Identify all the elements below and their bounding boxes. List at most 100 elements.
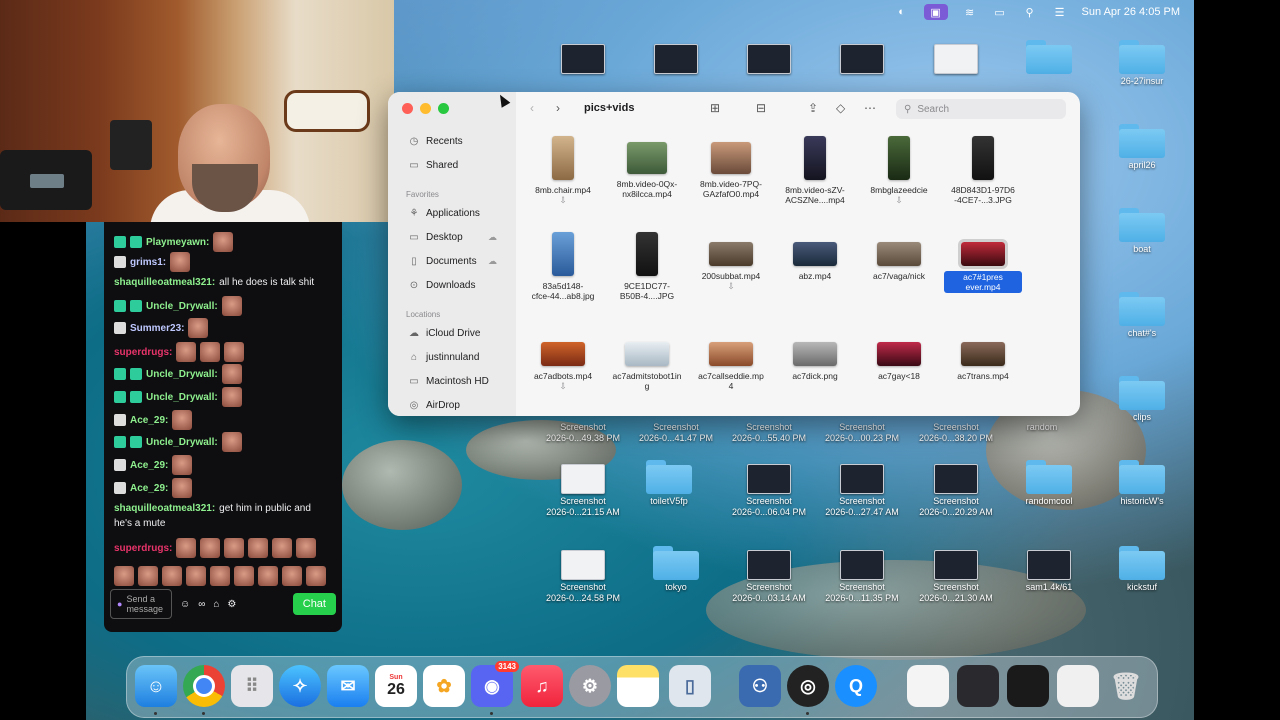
minimized-window-thumbnail[interactable] (907, 665, 949, 707)
finder-app-icon[interactable]: ☺ (135, 665, 177, 707)
desktop-folder[interactable]: kickstuf (1097, 546, 1187, 593)
desktop-screenshot[interactable]: Screenshot 2026-0...41.47 PM (631, 422, 721, 444)
sidebar-item-desktop[interactable]: ▭ Desktop ☁ (408, 232, 497, 243)
desktop-folder[interactable]: randomcool (1004, 460, 1094, 507)
emote-icon[interactable] (138, 566, 158, 586)
desktop-folder[interactable]: tokyo (631, 546, 721, 593)
iphone-mirroring-icon[interactable]: ▯ (669, 665, 711, 707)
minimized-window-thumbnail[interactable] (1057, 665, 1099, 707)
chat-username[interactable]: Ace_29: (130, 482, 168, 495)
mail-app-icon[interactable]: ✉ (327, 665, 369, 707)
sidebar-item-shared[interactable]: ▭ Shared (408, 160, 458, 171)
desktop-screenshot[interactable]: Screenshot 2026-0...20.29 AM (911, 464, 1001, 518)
sidebar-item-home[interactable]: ⌂ justinnuland (408, 352, 479, 363)
emote-icon[interactable] (186, 566, 206, 586)
chat-username[interactable]: superdrugs: (114, 346, 172, 359)
discord-app-icon[interactable]: ◉ 3143 (471, 661, 519, 707)
trash-icon[interactable]: 🗑 (1105, 665, 1147, 707)
chat-username[interactable]: Ace_29: (130, 459, 168, 472)
forward-chevron-icon[interactable]: › (556, 101, 560, 115)
search-input[interactable]: ⚲ Search (896, 99, 1066, 119)
desktop-screenshot[interactable]: Screenshot 2026-0...06.04 PM (724, 464, 814, 518)
desktop-screenshot[interactable]: Screenshot 2026-0...24.58 PM (538, 550, 628, 604)
sidebar-item-documents[interactable]: ▯ Documents ☁ (408, 256, 497, 267)
desktop-screenshot[interactable]: Screenshot 2026-0...55.40 PM (724, 422, 814, 444)
emote-bar[interactable] (114, 566, 334, 586)
photos-app-icon[interactable]: ✿ (423, 665, 465, 707)
desktop-screenshot[interactable]: Screenshot 2026-0...21.15 AM (538, 464, 628, 518)
emote-icon[interactable] (282, 566, 302, 586)
back-chevron-icon[interactable]: ‹ (530, 101, 534, 115)
desktop-folder-chat[interactable]: chat#'s (1097, 292, 1187, 339)
desktop-folder[interactable] (1004, 40, 1094, 76)
file-item[interactable]: abz.mp4 (776, 238, 854, 281)
file-item[interactable]: ac7/vaga/nick (860, 238, 938, 281)
desktop-screenshot[interactable] (724, 44, 814, 76)
chat-username[interactable]: Uncle_Drywall: (146, 391, 218, 404)
menubar-clock[interactable]: Sun Apr 26 4:05 PM (1082, 6, 1180, 18)
channel-points-icon[interactable]: ∞ (198, 599, 205, 610)
desktop-screenshot[interactable] (911, 44, 1001, 76)
desktop-screenshot[interactable]: Screenshot 2026-0...11.35 PM (817, 550, 907, 604)
file-item[interactable]: 200subbat.mp4 ⇩ (692, 238, 770, 291)
chat-send-button[interactable]: Chat (292, 593, 336, 615)
chat-username[interactable]: Ace_29: (130, 414, 168, 427)
desktop-screenshot[interactable]: Screenshot 2026-0...38.20 PM (911, 422, 1001, 444)
chat-username[interactable]: Uncle_Drywall: (146, 300, 218, 313)
desktop-folder-random[interactable]: random (997, 422, 1087, 433)
desktop-screenshot[interactable] (538, 44, 628, 76)
spotlight-search-icon[interactable]: ⚲ (1022, 4, 1038, 20)
store-icon[interactable]: ⌂ (213, 599, 219, 610)
wifi-icon[interactable]: ≋ (962, 4, 978, 20)
chat-username[interactable]: superdrugs: (114, 542, 172, 555)
desktop-folder[interactable]: historicW's (1097, 460, 1187, 507)
file-item[interactable]: 8mb.video-0Qx-nx8ilcca.mp4 (608, 142, 686, 199)
sidebar-item-recents[interactable]: ◷ Recents (408, 136, 463, 147)
close-window-button[interactable] (402, 103, 413, 114)
emote-icon[interactable] (114, 566, 134, 586)
desktop-folder-insur[interactable]: 26-27insur (1097, 40, 1187, 87)
file-item[interactable]: 8mb.chair.mp4 ⇩ (524, 136, 602, 205)
sidebar-item-icloud[interactable]: ☁ iCloud Drive (408, 328, 480, 339)
desktop-screenshot[interactable] (817, 44, 907, 76)
sidebar-item-downloads[interactable]: ⊙ Downloads (408, 280, 476, 291)
minimize-window-button[interactable] (420, 103, 431, 114)
group-by-icon[interactable]: ⊟ (756, 101, 766, 115)
desktop-folder[interactable]: toiletV5fp (624, 460, 714, 507)
desktop-folder-boat[interactable]: boat (1097, 208, 1187, 255)
view-mode-grid-icon[interactable]: ⊞ (710, 101, 720, 115)
file-item[interactable]: 8mbglazeedcie ⇩ (860, 136, 938, 205)
desktop-screenshot[interactable]: sam1.4k/61 (1004, 550, 1094, 593)
file-item[interactable]: 9CE1DC77- B50B-4....JPG (608, 232, 686, 301)
chat-username[interactable]: shaquilleoatmeal321: (114, 502, 215, 515)
file-item[interactable]: 83a5d148- cfce-44...ab8.jpg (524, 232, 602, 301)
launchpad-app-icon[interactable]: ⠿ (231, 665, 273, 707)
emote-icon[interactable] (258, 566, 278, 586)
desktop-screenshot[interactable] (631, 44, 721, 76)
emote-icon[interactable] (162, 566, 182, 586)
stage-manager-icon[interactable]: ▣ (923, 4, 948, 20)
file-item[interactable]: 8mb.video-sZV- ACSZNe....mp4 (776, 136, 854, 205)
desktop-screenshot[interactable]: Screenshot 2026-0...03.14 AM (724, 550, 814, 604)
chat-username[interactable]: Summer23: (130, 322, 184, 335)
tag-icon[interactable]: ◇ (836, 101, 845, 115)
calendar-app-icon[interactable]: Sun 26 (375, 665, 417, 707)
quicktime-app-icon[interactable]: Q (835, 665, 877, 707)
more-options-icon[interactable]: ⋯ (864, 101, 876, 115)
desktop-screenshot[interactable]: Screenshot 2026-0...49.38 PM (538, 422, 628, 444)
chat-username[interactable]: Playmeyawn: (146, 236, 209, 249)
desktop-screenshot[interactable]: Screenshot 2026-0...00.23 PM (817, 422, 907, 444)
zoom-window-button[interactable] (438, 103, 449, 114)
sidebar-item-airdrop[interactable]: ◎ AirDrop (408, 400, 460, 411)
screen-share-app-icon[interactable]: ⚇ (739, 665, 781, 707)
file-item[interactable]: ac7gay<18 (860, 338, 938, 381)
chrome-app-icon[interactable] (183, 665, 225, 707)
emote-icon[interactable] (210, 566, 230, 586)
share-icon[interactable]: ⇪ (808, 101, 818, 115)
sidebar-item-hd[interactable]: ▭ Macintosh HD (408, 376, 489, 387)
file-item[interactable]: ac7adbots.mp4 ⇩ (524, 338, 602, 391)
file-item[interactable]: ac7dick.png (776, 338, 854, 381)
file-item[interactable]: ac7trans.mp4 (944, 338, 1022, 381)
file-item[interactable]: 48D843D1-97D6 -4CE7-...3.JPG (944, 136, 1022, 205)
desktop-screenshot[interactable]: Screenshot 2026-0...21.30 AM (911, 550, 1001, 604)
